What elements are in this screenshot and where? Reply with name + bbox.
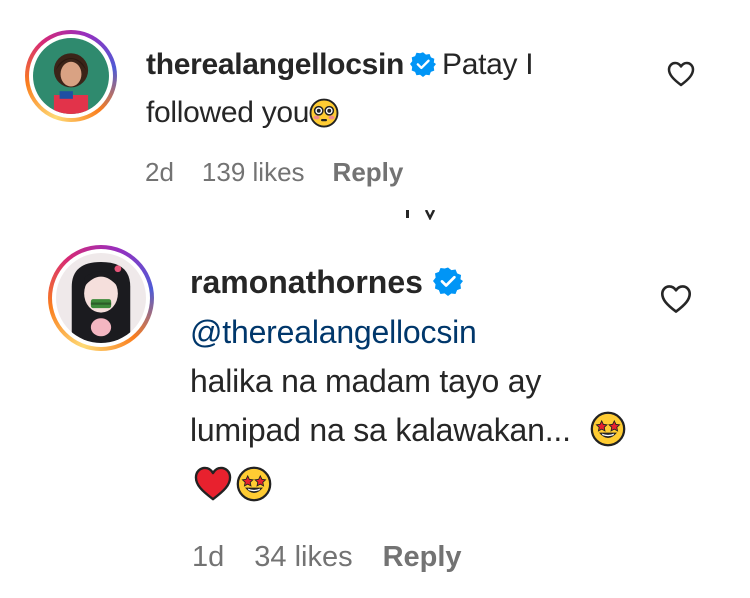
star-struck-face-icon (236, 466, 272, 516)
clipped-text-fragment (406, 210, 436, 220)
comment-text: @therealangellocsin halika na madam tayo … (190, 308, 630, 516)
comment-text: therealangellocsin Patay I followed you (146, 42, 616, 141)
comment-body: halika na madam tayo ay lumipad na sa ka… (190, 363, 571, 448)
comment-meta: 1d 34 likes Reply (192, 541, 462, 574)
avatar[interactable] (25, 30, 117, 122)
mention-link[interactable]: @therealangellocsin (190, 308, 630, 357)
reply-button[interactable]: Reply (383, 541, 462, 574)
comment-time: 1d (192, 541, 225, 573)
comment-header: ramonathornes (190, 260, 469, 307)
comment-likes[interactable]: 34 likes (254, 541, 352, 574)
comment-likes[interactable]: 139 likes (202, 157, 305, 188)
reply-button[interactable]: Reply (333, 157, 404, 188)
flushed-face-icon (309, 96, 339, 141)
comment-meta: 2d 139 likes Reply (145, 157, 403, 188)
comment-time: 2d (145, 157, 174, 187)
comment-username[interactable]: therealangellocsin (146, 48, 404, 81)
avatar-image (33, 38, 109, 114)
red-heart-icon (194, 466, 232, 516)
like-heart-icon[interactable] (667, 61, 695, 92)
star-struck-face-icon (590, 411, 626, 461)
like-heart-icon[interactable] (660, 284, 692, 319)
avatar-image (56, 253, 146, 343)
comment-username[interactable]: ramonathornes (190, 264, 423, 300)
avatar[interactable] (48, 245, 154, 351)
verified-badge-icon (432, 263, 463, 307)
verified-badge-icon (410, 45, 437, 90)
